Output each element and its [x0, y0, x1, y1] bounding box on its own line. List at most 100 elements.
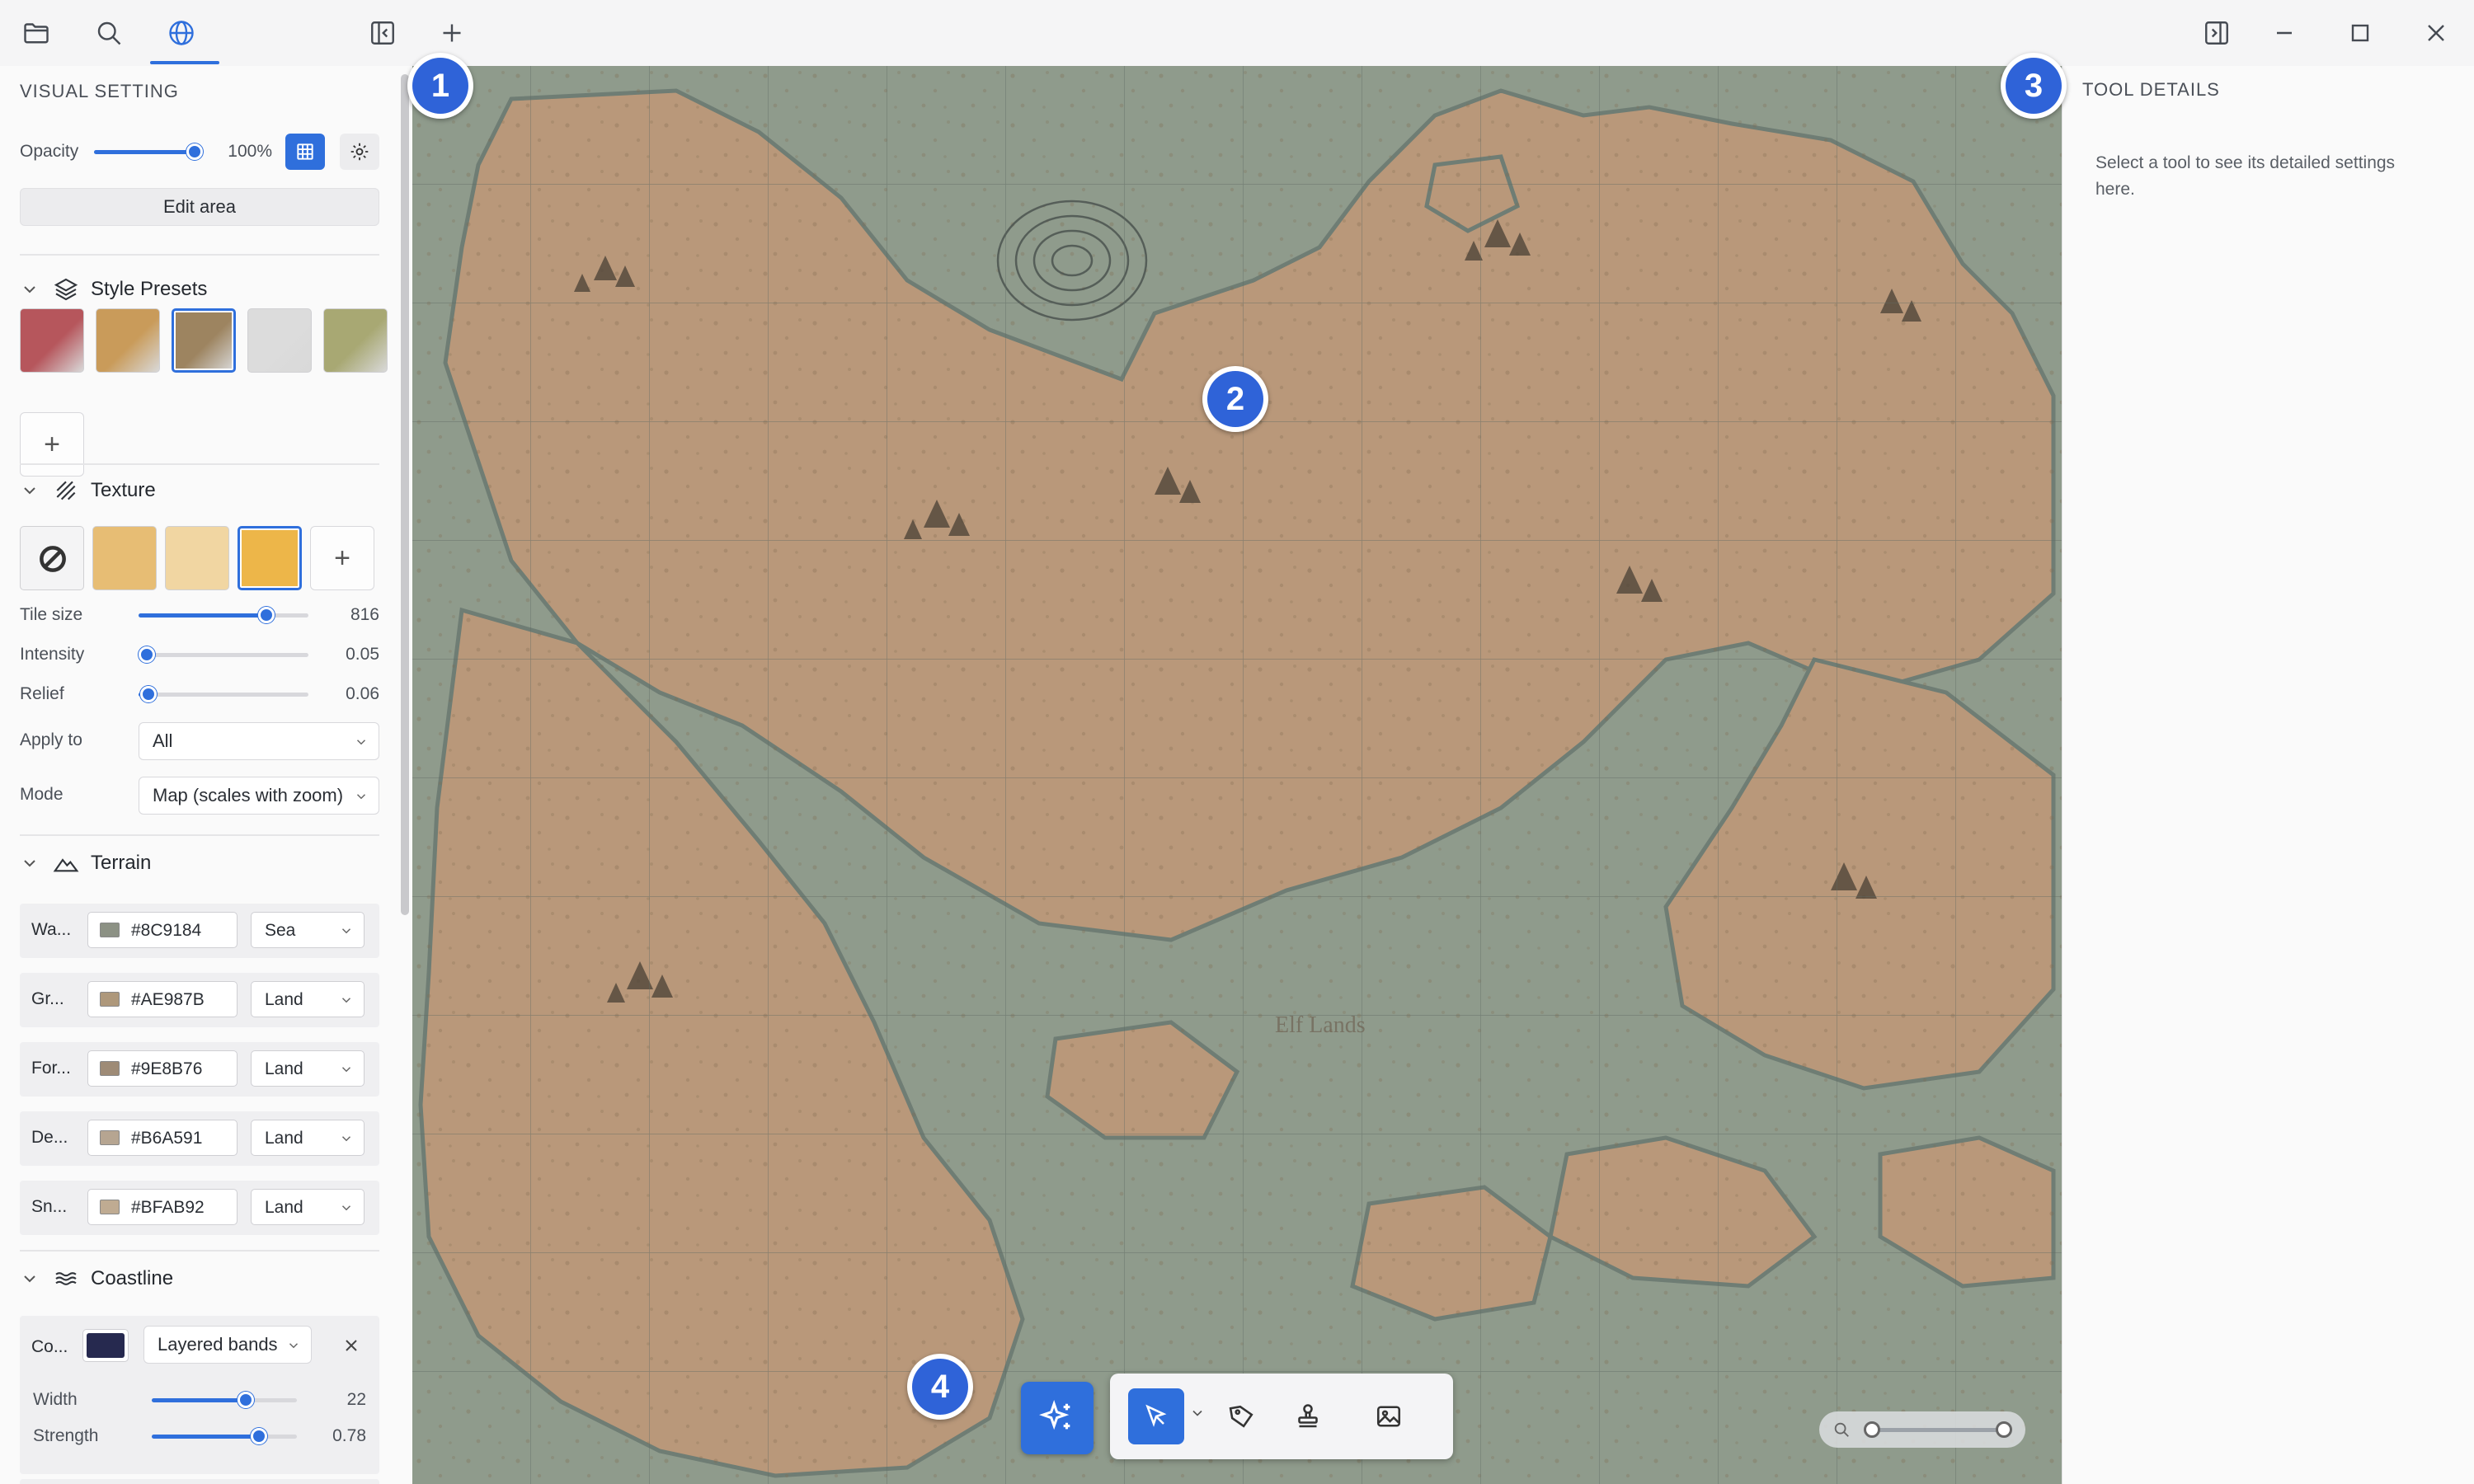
add-texture-button[interactable]: + [310, 526, 374, 590]
chevron-down-icon [341, 928, 351, 934]
coastline-title: Coastline [91, 1267, 174, 1289]
terrain-header[interactable]: Terrain [20, 849, 151, 877]
terrain-type-value: Sea [265, 921, 296, 940]
opacity-label: Opacity [20, 142, 79, 161]
zoom-max-handle[interactable] [1996, 1421, 2012, 1438]
texture-tile-3[interactable] [238, 526, 302, 590]
maximize-button[interactable] [2334, 10, 2387, 56]
coastline-color-swatch[interactable] [82, 1329, 129, 1362]
new-tab-button[interactable] [426, 10, 478, 56]
coastline-header[interactable]: Coastline [20, 1265, 173, 1293]
coastline-style-select[interactable]: Layered bands [143, 1326, 312, 1364]
texture-tile-1[interactable] [92, 526, 157, 590]
zoom-slider[interactable] [1864, 1420, 2004, 1439]
terrain-type-select[interactable]: Sea [251, 912, 365, 948]
coastline-style-value: Layered bands [158, 1334, 278, 1355]
callout-marker-4: 4 [907, 1354, 973, 1420]
map-label-elf-lands: Elf Lands [1275, 1012, 1366, 1038]
texture-icon [56, 481, 76, 500]
label-tool-button[interactable] [1214, 1388, 1270, 1444]
terrain-color-input[interactable]: #8C9184 [87, 912, 238, 948]
collapse-sidebar-button[interactable] [356, 10, 409, 56]
chevron-down-icon [24, 860, 35, 867]
tile-size-value: 816 [350, 605, 379, 624]
coastline-width-slider[interactable] [152, 1390, 297, 1410]
style-preset-2[interactable] [96, 308, 160, 373]
search-button[interactable] [82, 10, 135, 56]
terrain-row: Wa... #8C9184 Sea [20, 904, 379, 958]
select-arrow-icon [1145, 1404, 1167, 1427]
style-presets-header[interactable]: Style Presets [20, 275, 207, 303]
relief-value: 0.06 [346, 684, 379, 703]
opacity-slider-knob[interactable] [186, 143, 203, 160]
toggle-right-panel-button[interactable] [2190, 10, 2243, 56]
terrain-title: Terrain [91, 852, 152, 874]
tile-size-slider[interactable] [139, 605, 308, 625]
edit-area-button[interactable]: Edit area [20, 188, 379, 226]
ai-assist-button[interactable] [1021, 1382, 1094, 1454]
relief-label: Relief [20, 684, 64, 703]
apply-to-select[interactable]: All [139, 722, 379, 760]
terrain-name: De... [31, 1128, 68, 1147]
terrain-color-chip [100, 1061, 120, 1076]
terrain-type-select[interactable]: Land [251, 1050, 365, 1087]
coastline-strength-slider[interactable] [152, 1426, 297, 1446]
intensity-slider-knob[interactable] [139, 646, 156, 663]
folder-button[interactable] [10, 10, 63, 56]
style-preset-3[interactable] [172, 308, 236, 373]
tile-size-slider-knob[interactable] [257, 607, 275, 623]
intensity-slider[interactable] [139, 645, 308, 665]
title-bar [0, 0, 2474, 66]
image-tool-button[interactable] [1361, 1388, 1417, 1444]
select-tool-dropdown[interactable] [1189, 1405, 1209, 1428]
style-preset-1[interactable] [20, 308, 84, 373]
add-preset-button[interactable]: + [20, 412, 84, 477]
visual-settings-sidebar: VISUAL SETTING Opacity 100% Edit area St… [0, 66, 412, 1484]
style-preset-4[interactable] [247, 308, 312, 373]
waves-icon [55, 1272, 77, 1285]
texture-tile-2[interactable] [165, 526, 229, 590]
tool-details-panel: TOOL DETAILS Select a tool to see its de… [2062, 66, 2474, 1484]
coastline-width-slider-knob[interactable] [238, 1392, 255, 1408]
remove-coastline-button[interactable] [335, 1329, 368, 1362]
globe-tab[interactable] [155, 10, 208, 56]
tile-size-label: Tile size [20, 605, 83, 624]
style-preset-5[interactable] [323, 308, 388, 373]
terrain-type-value: Land [265, 1059, 303, 1078]
texture-none[interactable] [20, 526, 84, 590]
close-window-button[interactable] [2410, 10, 2462, 56]
terrain-type-select[interactable]: Land [251, 981, 365, 1017]
relief-slider[interactable] [139, 684, 308, 704]
search-icon [1834, 1422, 1849, 1437]
intensity-value: 0.05 [346, 645, 379, 664]
terrain-color-hex: #AE987B [131, 990, 205, 1009]
opacity-slider[interactable] [94, 142, 203, 162]
mode-select[interactable]: Map (scales with zoom) [139, 777, 379, 815]
stamp-icon [1298, 1404, 1318, 1428]
terrain-color-input[interactable]: #B6A591 [87, 1120, 238, 1156]
texture-header[interactable]: Texture [20, 477, 156, 505]
zoom-slider-knob[interactable] [1864, 1421, 1880, 1438]
terrain-type-select[interactable]: Land [251, 1189, 365, 1225]
settings-button[interactable] [340, 134, 379, 170]
select-tool-button[interactable] [1128, 1388, 1184, 1444]
minimize-button[interactable] [2258, 10, 2311, 56]
ai-sparkle-icon [1039, 1400, 1070, 1430]
terrain-color-input[interactable]: #9E8B76 [87, 1050, 238, 1087]
terrain-type-value: Land [265, 1129, 303, 1148]
terrain-color-chip [100, 1200, 120, 1214]
map-canvas[interactable]: Elf Lands [412, 66, 2062, 1484]
sidebar-scrollbar[interactable] [401, 74, 409, 915]
terrain-color-input[interactable]: #BFAB92 [87, 1189, 238, 1225]
grid-toggle-button[interactable] [285, 134, 325, 170]
coastline-color-chip [87, 1333, 125, 1358]
terrain-row: Sn... #BFAB92 Land [20, 1181, 379, 1235]
visual-setting-title: VISUAL SETTING [20, 81, 179, 101]
terrain-color-chip [100, 923, 120, 937]
chevron-down-icon [341, 1067, 351, 1073]
terrain-color-input[interactable]: #AE987B [87, 981, 238, 1017]
terrain-type-select[interactable]: Land [251, 1120, 365, 1156]
stamp-tool-button[interactable] [1280, 1388, 1336, 1444]
coastline-strength-slider-knob[interactable] [251, 1428, 268, 1444]
relief-slider-knob[interactable] [140, 686, 158, 702]
